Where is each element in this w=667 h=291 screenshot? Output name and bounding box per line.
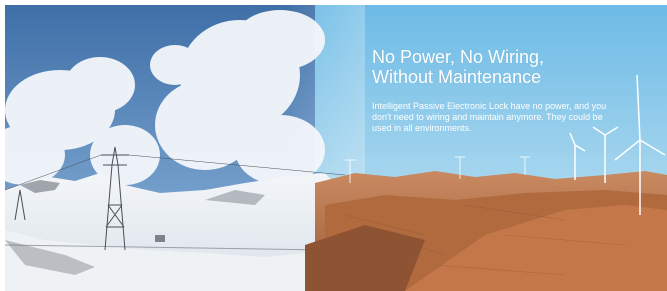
hero-text-block: No Power, No Wiring, Without Maintenance… (372, 47, 652, 134)
hero-title: No Power, No Wiring, Without Maintenance (372, 47, 545, 87)
hero-banner: No Power, No Wiring, Without Maintenance… (5, 5, 667, 291)
hero-description: Intelligent Passive Electronic Lock have… (372, 101, 607, 133)
